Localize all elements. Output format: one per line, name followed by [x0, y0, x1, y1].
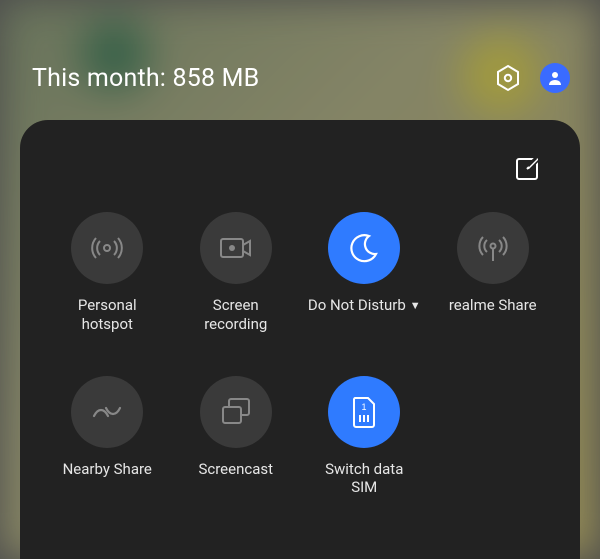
tile-label: Nearby Share: [63, 460, 152, 479]
edit-icon: [514, 156, 540, 182]
nearby-share-icon: [90, 400, 124, 424]
tile-circle: [71, 212, 143, 284]
tile-label: Screencast: [198, 460, 273, 479]
tile-label: Personal hotspot: [78, 296, 137, 334]
tile-screen-recording[interactable]: Screen recording: [175, 212, 298, 334]
status-header: This month: 858 MB: [0, 60, 600, 96]
edit-tiles-button[interactable]: [510, 152, 544, 186]
tile-circle: [457, 212, 529, 284]
realme-share-icon: [476, 231, 510, 265]
tile-label: realme Share: [449, 296, 537, 315]
person-icon: [547, 70, 563, 86]
tile-label: Switch data SIM: [325, 460, 403, 498]
tile-screencast[interactable]: Screencast: [175, 376, 298, 498]
dropdown-caret-icon: ▼: [410, 299, 421, 312]
moon-icon: [348, 232, 380, 264]
tile-switch-data-sim[interactable]: 1 Switch data SIM: [303, 376, 426, 498]
hexagon-settings-icon: [494, 64, 522, 92]
data-usage-title[interactable]: This month: 858 MB: [32, 64, 490, 93]
quick-settings-panel: Personal hotspot Screen recording Do Not…: [20, 120, 580, 559]
panel-actions: [40, 144, 560, 186]
tile-nearby-share[interactable]: Nearby Share: [46, 376, 169, 498]
tile-label: Screen recording: [204, 296, 267, 334]
tile-do-not-disturb[interactable]: Do Not Disturb▼: [303, 212, 426, 334]
screencast-icon: [219, 397, 253, 427]
tile-circle: [200, 212, 272, 284]
tile-label: Do Not Disturb▼: [308, 296, 421, 315]
tile-circle: [71, 376, 143, 448]
settings-hex-button[interactable]: [490, 60, 526, 96]
profile-button[interactable]: [540, 63, 570, 93]
tile-circle: [200, 376, 272, 448]
tiles-grid: Personal hotspot Screen recording Do Not…: [40, 186, 560, 497]
tile-circle: 1: [328, 376, 400, 448]
sim-icon: 1: [350, 395, 378, 429]
tile-personal-hotspot[interactable]: Personal hotspot: [46, 212, 169, 334]
tile-realme-share[interactable]: realme Share: [432, 212, 555, 334]
tile-circle: [328, 212, 400, 284]
svg-text:1: 1: [362, 402, 367, 412]
screen-recording-icon: [219, 235, 253, 261]
hotspot-icon: [90, 231, 124, 265]
